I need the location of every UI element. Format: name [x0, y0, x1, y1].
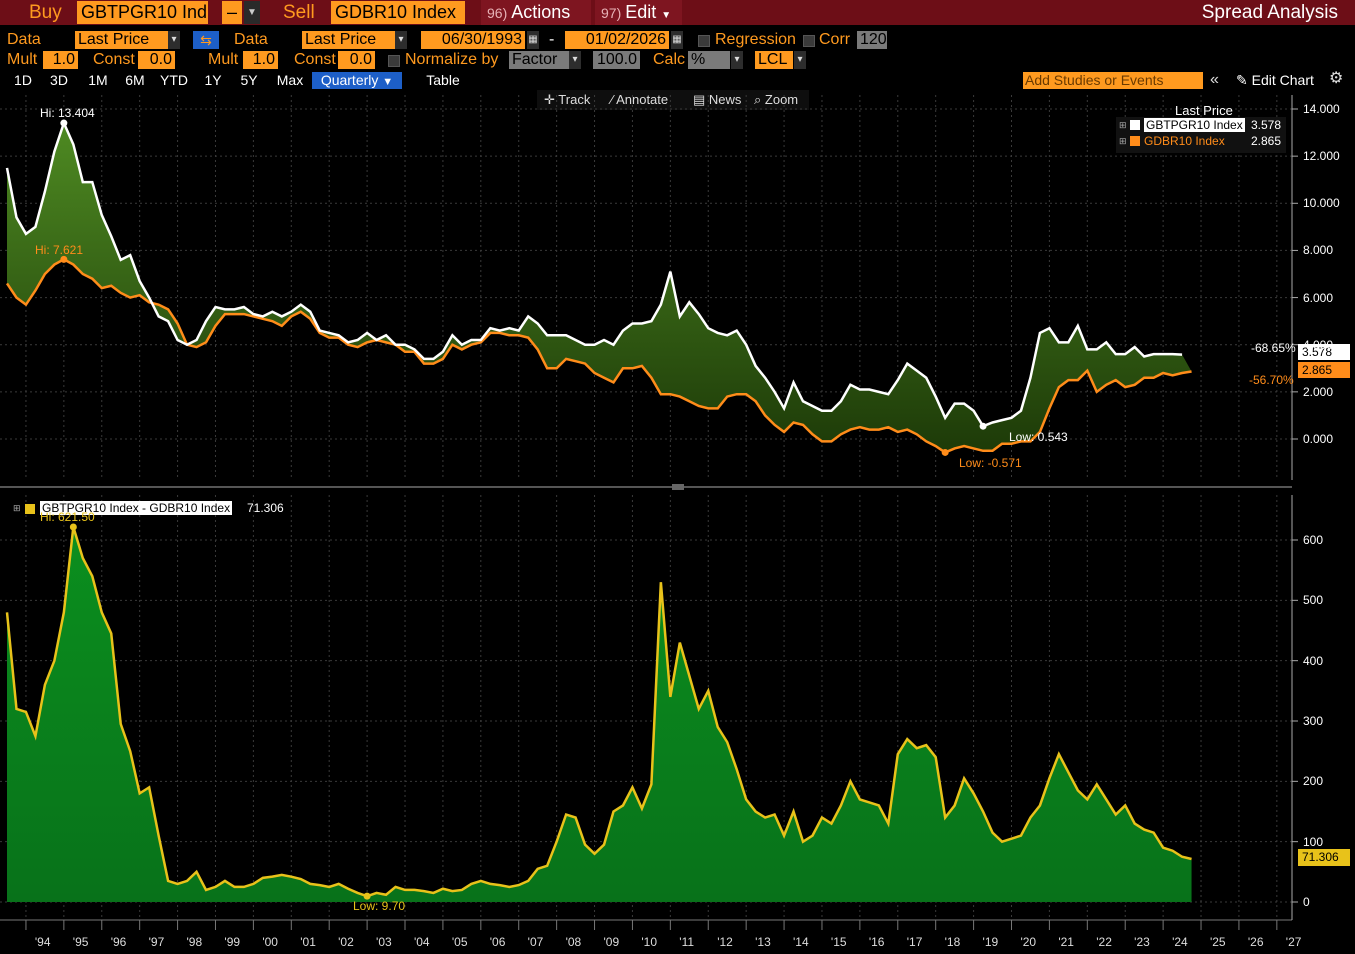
x-axis-label: '98 — [186, 935, 203, 949]
y-axis-label: 14.000 — [1303, 102, 1340, 116]
hi-label-spread: Hi: 621.50 — [40, 510, 95, 524]
x-axis-label: '26 — [1247, 935, 1264, 949]
y-axis-label: 10.000 — [1303, 196, 1340, 211]
legend-swatch-orange — [1130, 136, 1140, 146]
x-axis-label: '12 — [717, 935, 733, 949]
x-axis-label: '99 — [224, 935, 241, 949]
x-axis-label: '15 — [830, 935, 847, 949]
expand-icon[interactable]: ⊞ — [1119, 136, 1127, 147]
low-marker-white — [979, 422, 987, 430]
x-axis-label: '06 — [489, 935, 506, 949]
x-axis-label: '94 — [34, 935, 51, 949]
legend-spread-value: 71.306 — [247, 501, 284, 515]
x-axis-label: '02 — [338, 935, 354, 949]
x-axis-label: '10 — [641, 935, 658, 949]
low-label-orange: Low: -0.571 — [959, 456, 1022, 470]
y-axis-label: 12.000 — [1303, 149, 1340, 164]
x-axis-label: '07 — [527, 935, 544, 949]
hi-marker-spread — [69, 523, 77, 531]
x-axis-label: '19 — [982, 935, 999, 949]
x-axis-label: '22 — [1096, 935, 1112, 949]
x-axis-label: '20 — [1020, 935, 1037, 949]
legend-series2-value: 2.865 — [1251, 134, 1282, 148]
y-axis-label: 6.000 — [1303, 290, 1334, 305]
y-axis-label: 2.000 — [1303, 384, 1334, 399]
legend-series1-value: 3.578 — [1251, 118, 1282, 132]
expand-icon[interactable]: ⊞ — [1119, 120, 1127, 131]
x-axis-label: '16 — [868, 935, 885, 949]
hi-marker-white — [60, 119, 68, 127]
hi-label-orange: Hi: 7.621 — [35, 243, 84, 257]
x-axis-label: '95 — [72, 935, 89, 949]
x-axis-label: '27 — [1285, 935, 1302, 949]
price-legend: ⊞ GBTPGR10 Index 3.578 ⊞ GDBR10 Index 2.… — [1116, 117, 1286, 153]
y-axis-label: 8.000 — [1303, 243, 1334, 258]
x-axis-label: '21 — [1058, 935, 1074, 949]
x-axis-label: '18 — [944, 935, 961, 949]
pct-change-white: -68.65% — [1251, 341, 1296, 355]
x-axis-label: '25 — [1209, 935, 1226, 949]
spread-fill-top — [7, 123, 1192, 453]
x-axis-label: '23 — [1134, 935, 1150, 949]
y-axis-label: 4.000 — [1303, 337, 1334, 352]
x-axis-label: '97 — [148, 935, 165, 949]
y-axis-label: 0 — [1303, 895, 1310, 909]
x-axis-label: '13 — [755, 935, 771, 949]
y-axis-label: 0.000 — [1303, 432, 1334, 446]
x-axis-label: '03 — [376, 935, 392, 949]
last-value-tag-yellow: 71.306 — [1298, 849, 1350, 866]
resize-handle-icon — [672, 484, 684, 490]
x-axis-label: '08 — [565, 935, 582, 949]
pct-change-orange: -56.70% — [1249, 373, 1294, 387]
expand-icon[interactable]: ⊞ — [13, 503, 21, 514]
y-axis-label: 400 — [1303, 653, 1324, 668]
legend-series1-name: GBTPGR10 Index — [1144, 118, 1245, 132]
y-axis-label: 100 — [1303, 834, 1324, 849]
hi-label-white: Hi: 13.404 — [40, 106, 95, 120]
x-axis-label: '01 — [300, 935, 316, 949]
x-axis-label: '00 — [262, 935, 278, 949]
x-axis-label: '96 — [110, 935, 127, 949]
y-axis-label: 600 — [1303, 533, 1324, 547]
low-label-spread: Low: 9.70 — [353, 899, 406, 913]
spread-fill-bottom — [7, 527, 1192, 902]
legend-swatch-yellow — [25, 504, 35, 514]
low-label-white: Low: 0.543 — [1009, 430, 1068, 444]
low-marker-orange — [941, 448, 949, 456]
y-axis-label: 300 — [1303, 714, 1324, 728]
x-axis-label: '09 — [603, 935, 620, 949]
legend-swatch-white — [1130, 120, 1140, 130]
y-axis-label: 200 — [1303, 774, 1324, 789]
x-axis-label: '05 — [451, 935, 468, 949]
x-axis-label: '11 — [679, 935, 695, 949]
x-axis-label: '17 — [906, 935, 923, 949]
legend-series2-name: GDBR10 Index — [1144, 134, 1225, 148]
x-axis-label: '14 — [793, 935, 809, 949]
x-axis-label: '24 — [1172, 935, 1188, 949]
legend-title: Last Price — [1175, 103, 1233, 118]
x-axis-label: '04 — [413, 935, 430, 949]
last-value-tag-orange: 2.865 — [1298, 362, 1350, 378]
y-axis-label: 500 — [1303, 593, 1324, 608]
